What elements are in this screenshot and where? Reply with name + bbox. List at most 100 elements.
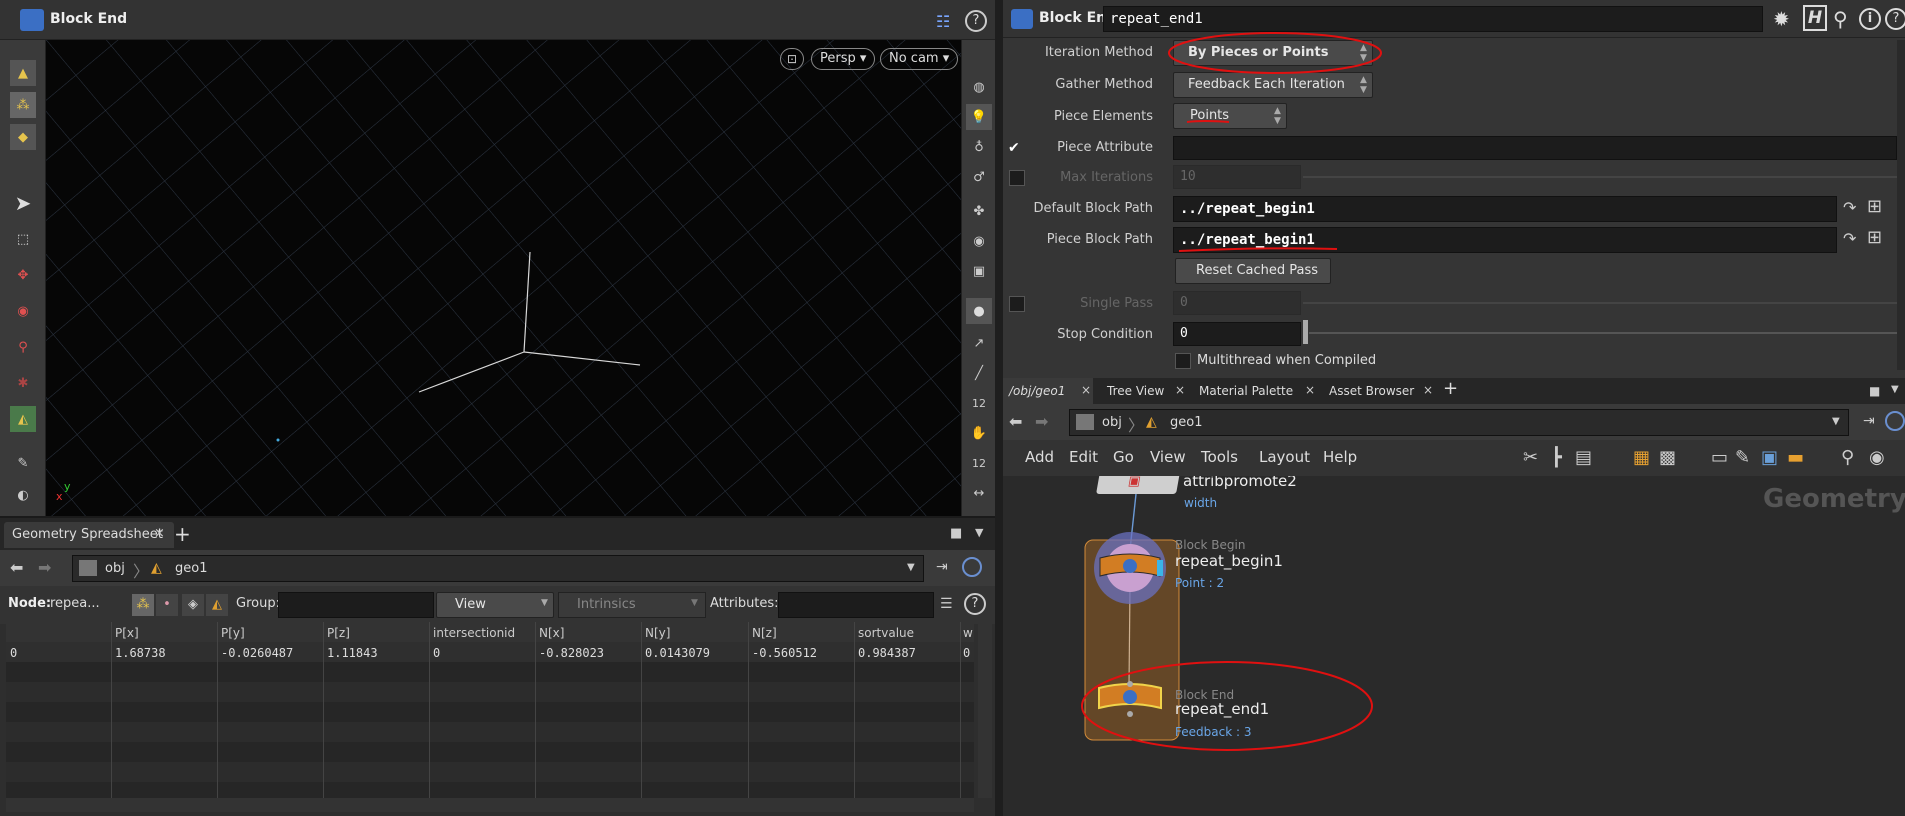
camera-menu[interactable]: No cam ▾ bbox=[880, 48, 959, 70]
snapshot-icon[interactable]: ▣ bbox=[966, 258, 992, 284]
spreadsheet-help-icon[interactable]: ? bbox=[964, 593, 986, 615]
point-numbers-icon[interactable]: 12 bbox=[966, 390, 992, 416]
menu-layout[interactable]: Layout bbox=[1259, 448, 1310, 466]
headlight-icon[interactable]: 💡 bbox=[966, 104, 992, 130]
add-tab-icon[interactable]: + bbox=[1443, 378, 1458, 399]
list-icon[interactable]: ▤ bbox=[1575, 447, 1592, 468]
color-palette-icon[interactable]: ▦ bbox=[1633, 447, 1650, 468]
menu-edit[interactable]: Edit bbox=[1069, 448, 1098, 466]
move-tool-icon[interactable]: ✥ bbox=[10, 262, 36, 288]
pose-tool-icon[interactable]: ✱ bbox=[10, 370, 36, 396]
edge-display-icon[interactable]: ╱ bbox=[966, 360, 992, 386]
network-box-icon[interactable]: ▭ bbox=[1711, 447, 1728, 468]
group-input[interactable] bbox=[278, 592, 434, 618]
back-arrow-icon[interactable]: ⬅ bbox=[10, 558, 23, 577]
detail-mode-icon[interactable]: ◭ bbox=[206, 594, 228, 616]
close-tab-icon[interactable]: × bbox=[1423, 383, 1433, 397]
menu-help[interactable]: Help bbox=[1323, 448, 1357, 466]
close-tab-icon[interactable]: × bbox=[154, 526, 165, 541]
close-tab-icon[interactable]: × bbox=[1081, 383, 1091, 397]
column-header[interactable]: sortvalue bbox=[858, 626, 914, 640]
attribpromote-node[interactable]: ▣ bbox=[1096, 476, 1180, 494]
column-header[interactable]: N[z] bbox=[752, 626, 777, 640]
output-port[interactable] bbox=[1127, 711, 1133, 717]
background-image-icon[interactable]: ▣ bbox=[1761, 447, 1778, 468]
lighting-icon[interactable]: ◍ bbox=[966, 74, 992, 100]
select-points-icon[interactable]: ⁂ bbox=[10, 92, 36, 118]
column-header[interactable]: N[x] bbox=[539, 626, 564, 640]
wrench-icon[interactable]: ✂ bbox=[1523, 447, 1538, 468]
network-path-field[interactable]: obj 〉 ◭ geo1 ▼ bbox=[1069, 409, 1849, 436]
3d-viewport[interactable]: ⊡ Persp ▾ No cam ▾ x y bbox=[46, 40, 961, 516]
network-canvas[interactable]: Geometry ▣ attribpromote2 width Block Be… bbox=[1003, 476, 1905, 816]
menu-add[interactable]: Add bbox=[1025, 448, 1054, 466]
column-header[interactable]: w bbox=[963, 626, 973, 640]
normal-display-icon[interactable]: ↗ bbox=[966, 330, 992, 356]
link-icon[interactable] bbox=[962, 557, 982, 577]
intrinsics-menu[interactable]: Intrinsics ▼ bbox=[558, 592, 706, 618]
help-icon[interactable]: ? bbox=[965, 10, 987, 32]
visibility-icon[interactable]: ◉ bbox=[1869, 447, 1885, 468]
path-geo[interactable]: geo1 bbox=[1170, 415, 1202, 430]
visibility-icon[interactable]: ◉ bbox=[966, 228, 992, 254]
sticky-note-icon[interactable]: ✎ bbox=[1735, 447, 1750, 468]
prim-display-icon[interactable]: ✋ bbox=[966, 420, 992, 446]
search-icon[interactable]: ⚲ bbox=[1841, 447, 1854, 468]
point-display-icon[interactable]: ● bbox=[966, 298, 992, 324]
shape-palette-icon[interactable]: ▩ bbox=[1659, 447, 1676, 468]
tab-material-palette[interactable]: Material Palette × bbox=[1193, 378, 1317, 404]
menu-go[interactable]: Go bbox=[1113, 448, 1134, 466]
input-port[interactable] bbox=[1127, 681, 1133, 687]
table-vertical-scrollbar[interactable] bbox=[978, 622, 992, 798]
maximize-pane-icon[interactable]: ■ bbox=[950, 526, 962, 541]
forward-arrow-icon[interactable]: ➡ bbox=[38, 558, 51, 577]
primitives-mode-icon[interactable]: ◈ bbox=[182, 594, 204, 616]
path-geo[interactable]: geo1 bbox=[175, 561, 207, 576]
pane-menu-icon[interactable]: ▼ bbox=[975, 526, 983, 539]
select-primitives-icon[interactable]: ▲ bbox=[10, 60, 36, 86]
table-horizontal-scrollbar[interactable] bbox=[6, 798, 974, 812]
tab-tree-view[interactable]: Tree View × bbox=[1099, 378, 1187, 404]
forward-arrow-icon[interactable]: ➡ bbox=[1035, 412, 1048, 431]
vertices-mode-icon[interactable]: • bbox=[156, 594, 178, 616]
attributes-input[interactable] bbox=[778, 592, 934, 618]
link-icon[interactable] bbox=[1885, 411, 1905, 431]
handle-icon[interactable]: ⬚ bbox=[10, 226, 36, 252]
column-header[interactable]: intersectionid bbox=[433, 626, 515, 640]
menu-tools[interactable]: Tools bbox=[1201, 448, 1238, 466]
tab-obj-geo1[interactable]: /obj/geo1 × bbox=[1003, 378, 1093, 404]
scene-view-icon[interactable]: ◐ bbox=[10, 482, 36, 508]
tab-asset-browser[interactable]: Asset Browser × bbox=[1323, 378, 1435, 404]
pin-icon[interactable]: ⇥ bbox=[936, 559, 948, 575]
menu-view[interactable]: View bbox=[1150, 448, 1186, 466]
vertex-numbers-icon[interactable]: 12 bbox=[966, 450, 992, 476]
select-arrow-icon[interactable]: ➤ bbox=[10, 190, 36, 216]
close-tab-icon[interactable]: × bbox=[1305, 383, 1315, 397]
pane-menu-icon[interactable]: ▼ bbox=[1891, 384, 1899, 395]
column-header[interactable]: N[y] bbox=[645, 626, 670, 640]
path-dropdown-icon[interactable]: ▼ bbox=[1832, 416, 1840, 427]
path-dropdown-icon[interactable]: ▼ bbox=[907, 562, 915, 573]
rotate-tool-icon[interactable]: ◉ bbox=[10, 298, 36, 324]
spreadsheet-path-field[interactable]: obj 〉 ◭ geo1 ▼ bbox=[72, 555, 924, 582]
display-options-icon[interactable]: ☷ bbox=[936, 12, 950, 31]
dot-icon[interactable]: ▬ bbox=[1787, 447, 1804, 468]
pin-icon[interactable]: ⇥ bbox=[1863, 413, 1875, 429]
tab-geometry-spreadsheet[interactable]: Geometry Spreadsheet × bbox=[4, 522, 174, 548]
column-header[interactable]: P[y] bbox=[221, 626, 245, 640]
back-arrow-icon[interactable]: ⬅ bbox=[1009, 412, 1022, 431]
path-obj[interactable]: obj bbox=[105, 561, 125, 576]
add-tab-icon[interactable]: + bbox=[174, 522, 191, 546]
maximize-pane-icon[interactable]: ■ bbox=[1869, 384, 1880, 398]
view-tool-icon[interactable]: ◭ bbox=[10, 406, 36, 432]
paint-tool-icon[interactable]: ✎ bbox=[10, 450, 36, 476]
view-menu[interactable]: View ▼ bbox=[436, 592, 554, 618]
column-header[interactable]: P[x] bbox=[115, 626, 139, 640]
pane-divider[interactable] bbox=[995, 0, 1003, 816]
column-options-icon[interactable]: ☰ bbox=[940, 596, 953, 612]
light-icon[interactable]: ♁ bbox=[966, 134, 992, 160]
display-flag[interactable] bbox=[1157, 560, 1163, 576]
tree-icon[interactable]: ┣ bbox=[1551, 447, 1562, 468]
scale-tool-icon[interactable]: ⚲ bbox=[10, 334, 36, 360]
points-mode-icon[interactable]: ⁂ bbox=[132, 594, 154, 616]
